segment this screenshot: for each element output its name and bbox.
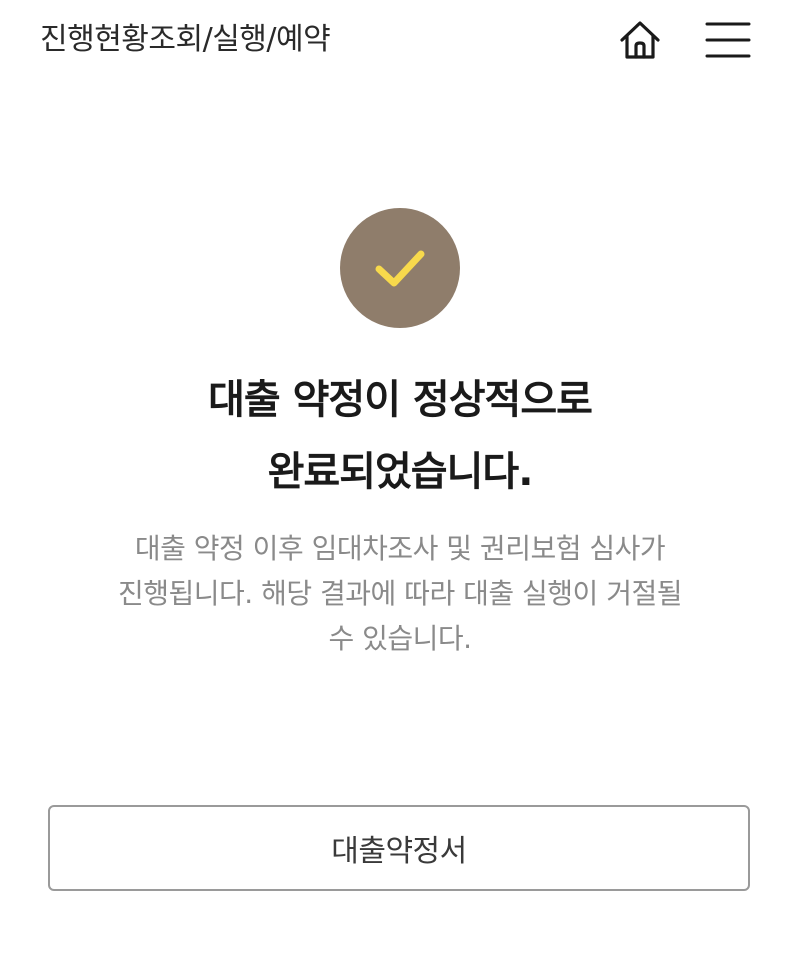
completion-title: 대출 약정이 정상적으로 완료되었습니다. xyxy=(0,364,800,508)
description-line-2: 진행됩니다. 해당 결과에 따라 대출 실행이 거절될 xyxy=(117,577,683,610)
completion-description: 대출 약정 이후 임대차조사 및 권리보험 심사가 진행됩니다. 해당 결과에 … xyxy=(0,526,800,661)
page-title: 진행현황조회/실행/예약 xyxy=(40,22,331,57)
hamburger-menu-icon xyxy=(705,22,751,58)
description-line-1: 대출 약정 이후 임대차조사 및 권리보험 심사가 xyxy=(134,532,666,565)
menu-button[interactable] xyxy=(700,12,756,68)
completion-title-line-2: 완료되었습니다. xyxy=(267,449,534,495)
home-icon xyxy=(620,21,660,59)
completion-title-line-1: 대출 약정이 정상적으로 xyxy=(208,377,593,423)
home-button[interactable] xyxy=(612,12,668,68)
header-bar: 진행현황조회/실행/예약 xyxy=(0,0,800,84)
success-badge xyxy=(340,208,460,328)
description-line-3: 수 있습니다. xyxy=(328,622,472,655)
check-icon xyxy=(375,250,425,287)
loan-contract-button[interactable]: 대출약정서 xyxy=(48,805,750,891)
